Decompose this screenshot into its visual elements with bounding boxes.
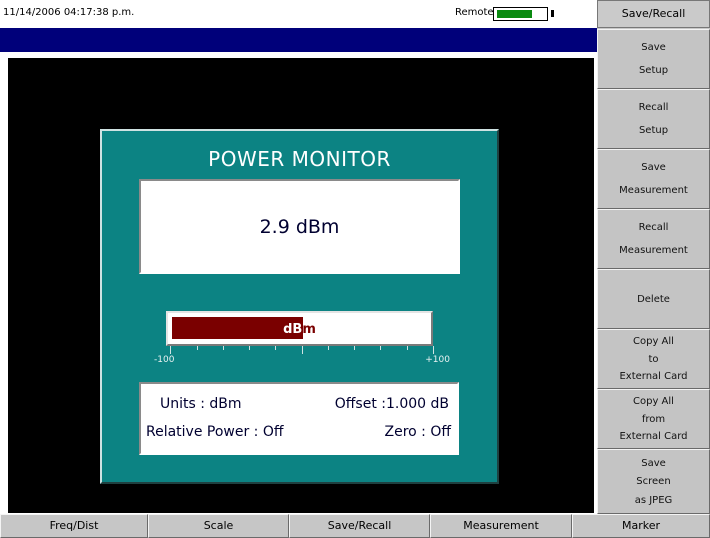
scale-max-label: +100 <box>425 355 450 365</box>
recall-setup-button[interactable]: Recall Setup <box>597 89 710 149</box>
delete-button[interactable]: Delete <box>597 269 710 329</box>
softkey-label: Setup <box>638 65 669 76</box>
copy-all-to-external-card-button[interactable]: Copy All to External Card <box>597 329 710 389</box>
save-setup-button[interactable]: Save Setup <box>597 29 710 89</box>
power-bar: dBm dBm <box>166 311 433 346</box>
power-reading: 2.9 dBm <box>259 215 340 238</box>
softkey-label: Measurement <box>619 185 688 196</box>
save-screen-as-jpeg-button[interactable]: Save Screen as JPEG <box>597 449 710 514</box>
battery-tip-icon <box>551 10 554 17</box>
softkey-label: Save <box>641 457 666 469</box>
settings-info-box: Units : dBm Offset :1.000 dB Relative Po… <box>139 382 459 455</box>
timestamp: 11/14/2006 04:17:38 p.m. <box>3 7 135 18</box>
offset-setting: Offset :1.000 dB <box>334 396 449 412</box>
save-measurement-button[interactable]: Save Measurement <box>597 149 710 209</box>
scale-tick <box>197 346 198 350</box>
scale-tick <box>407 346 408 350</box>
relative-power-setting: Relative Power : Off <box>146 424 284 440</box>
softkey-label: Save <box>641 162 666 173</box>
copy-all-from-external-card-button[interactable]: Copy All from External Card <box>597 389 710 449</box>
remote-label: Remote <box>455 7 494 18</box>
softkey-label: as JPEG <box>634 494 673 506</box>
menu-scale[interactable]: Scale <box>148 514 289 538</box>
softkey-label: External Card <box>619 370 688 382</box>
softkey-sidebar: Save/Recall Save Setup Recall Setup Save… <box>597 0 710 514</box>
scale-tick <box>302 346 303 354</box>
scale-tick <box>170 346 171 354</box>
battery-fill <box>497 10 532 18</box>
battery-indicator <box>493 7 548 21</box>
softkey-label: Recall <box>638 222 669 233</box>
scale-tick <box>223 346 224 350</box>
scale-tick <box>433 346 434 354</box>
power-bar-track: dBm dBm <box>172 317 427 339</box>
scale-tick <box>380 346 381 350</box>
softkey-menu-title: Save/Recall <box>597 0 710 28</box>
softkey-label: External Card <box>619 430 688 442</box>
softkey-label: from <box>641 413 666 425</box>
menu-save-recall[interactable]: Save/Recall <box>289 514 430 538</box>
softkey-label: to <box>648 353 659 365</box>
power-monitor-panel: POWER MONITOR 2.9 dBm dBm dBm -100 +100 … <box>100 129 499 484</box>
softkey-label: Copy All <box>633 336 674 348</box>
units-setting: Units : dBm <box>160 396 242 412</box>
softkey-label: Measurement <box>619 245 688 256</box>
power-bar-scale: -100 +100 <box>154 346 450 370</box>
softkey-label: Copy All <box>633 396 674 408</box>
softkey-label: Recall <box>638 102 669 113</box>
power-reading-box: 2.9 dBm <box>139 179 460 274</box>
softkey-label: Delete <box>637 293 670 305</box>
menu-freq-dist[interactable]: Freq/Dist <box>0 514 148 538</box>
scale-tick <box>249 346 250 350</box>
menu-marker[interactable]: Marker <box>572 514 710 538</box>
zero-setting: Zero : Off <box>384 424 452 440</box>
bottom-menu-bar: Freq/Dist Scale Save/Recall Measurement … <box>0 514 710 538</box>
scale-tick <box>275 346 276 350</box>
title-bar <box>0 28 597 52</box>
panel-title: POWER MONITOR <box>208 147 391 171</box>
scale-tick <box>328 346 329 350</box>
softkey-label: Save <box>641 42 666 53</box>
scale-tick <box>354 346 355 350</box>
softkey-label: Screen <box>636 476 671 487</box>
softkey-label: Setup <box>638 125 669 136</box>
recall-measurement-button[interactable]: Recall Measurement <box>597 209 710 269</box>
menu-measurement[interactable]: Measurement <box>430 514 572 538</box>
status-bar: 11/14/2006 04:17:38 p.m. Remote <box>0 0 597 28</box>
scale-min-label: -100 <box>154 355 175 365</box>
